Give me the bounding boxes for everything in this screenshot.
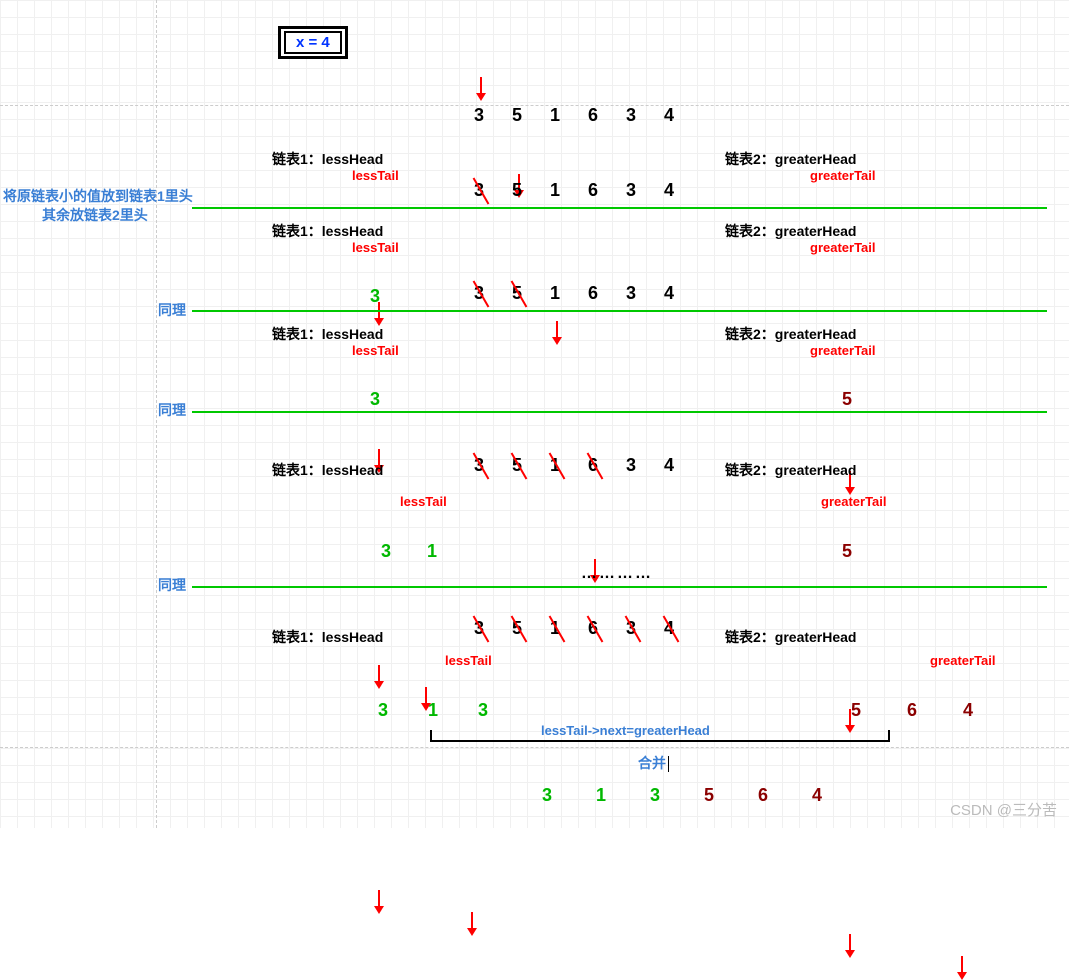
step2-lesstail: lessTail: [352, 240, 399, 255]
step4-list2-label: 链表2：greaterHead: [725, 460, 857, 480]
note-line2: 其余放链表2里头: [42, 205, 148, 225]
step2-greatertail: greaterTail: [810, 240, 876, 255]
same-4: 同理: [158, 575, 186, 595]
same-2: 同理: [158, 300, 186, 320]
step5-lesstail: lessTail: [445, 653, 492, 668]
x-value-text: x = 4: [284, 31, 342, 54]
step5-list2-label: 链表2：greaterHead: [725, 627, 857, 647]
step1-list1-label: 链表1：lessHead: [272, 149, 383, 169]
step2-less-val: 3: [370, 286, 380, 307]
divider-2: [192, 310, 1047, 312]
divider-1: [192, 207, 1047, 209]
step5-greatertail: greaterTail: [930, 653, 996, 668]
step5-greater: 564: [828, 700, 996, 721]
merge-expr: lessTail->next=greaterHead: [541, 723, 710, 738]
merged-result: 313564: [520, 785, 844, 806]
sequence-step4: 351634: [460, 455, 688, 476]
step4-greater-val: 5: [842, 541, 852, 562]
divider-3: [192, 411, 1047, 413]
step3-greatertail: greaterTail: [810, 343, 876, 358]
arrow-step4-less0: [378, 665, 380, 687]
merge-label: 合并: [638, 753, 669, 773]
step1-lesstail: lessTail: [352, 168, 399, 183]
step3-greater-val: 5: [842, 389, 852, 410]
arrow-pointer-0: [480, 77, 482, 99]
step1-greatertail: greaterTail: [810, 168, 876, 183]
dots: …………: [581, 565, 653, 583]
x-value-box: x = 4: [278, 26, 348, 59]
sequence-step1: 351634: [460, 180, 688, 201]
step3-list1-label: 链表1：lessHead: [272, 324, 383, 344]
step3-lesstail: lessTail: [352, 343, 399, 358]
diagram-canvas: x = 4 351634 将原链表小的值放到链表1里头 其余放链表2里头 链表1…: [0, 0, 1069, 828]
sequence-step2: 351634: [460, 283, 688, 304]
step1-list2-label: 链表2：greaterHead: [725, 149, 857, 169]
watermark: CSDN @三分苦: [950, 799, 1057, 820]
step4-less: 31: [363, 541, 455, 562]
arrow-step2: [556, 321, 558, 343]
step4-list1-label: 链表1：lessHead: [272, 460, 383, 480]
sequence-step5: 351634: [460, 618, 688, 639]
merge-bracket: [430, 740, 890, 742]
sequence-original: 351634: [460, 105, 688, 126]
step5-list1-label: 链表1：lessHead: [272, 627, 383, 647]
step3-list2-label: 链表2：greaterHead: [725, 324, 857, 344]
note-line1: 将原链表小的值放到链表1里头: [3, 186, 193, 206]
step4-lesstail: lessTail: [400, 494, 447, 509]
arrow-s5-l0: [378, 890, 380, 912]
same-3: 同理: [158, 400, 186, 420]
arrow-s5-g0: [849, 934, 851, 956]
step4-greatertail: greaterTail: [821, 494, 887, 509]
step3-less-val: 3: [370, 389, 380, 410]
arrow-s5-g2: [961, 956, 963, 978]
step5-less: 313: [358, 700, 508, 721]
arrow-s5-l2: [471, 912, 473, 934]
step2-list2-label: 链表2：greaterHead: [725, 221, 857, 241]
divider-4: [192, 586, 1047, 588]
step2-list1-label: 链表1：lessHead: [272, 221, 383, 241]
